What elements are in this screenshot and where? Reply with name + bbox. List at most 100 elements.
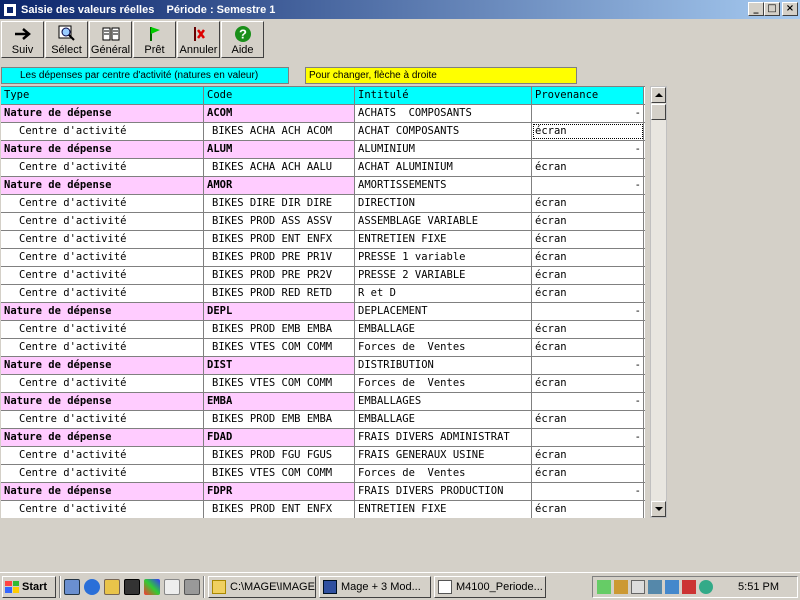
cell-provenance[interactable]: écran: [532, 447, 644, 464]
activity-row[interactable]: Centre d'activité BIKES PROD ASS ASSV ASSE…: [1, 213, 645, 231]
activity-row[interactable]: Centre d'activité BIKES VTES COM COMM Forc…: [1, 375, 645, 393]
close-button[interactable]: ×: [782, 2, 798, 16]
volume-icon[interactable]: [631, 580, 645, 594]
cell-provenance[interactable]: -: [532, 357, 644, 374]
header-intitule[interactable]: Intitulé: [355, 87, 532, 104]
activity-row[interactable]: Centre d'activité BIKES PROD ENT ENFX ENTR…: [1, 501, 645, 518]
nature-row[interactable]: Nature de dépense FDPR FRAIS DIVERS PRODUC…: [1, 483, 645, 501]
collapse-toggle[interactable]: -: [635, 393, 641, 410]
activity-row[interactable]: Centre d'activité BIKES PROD RED RETD R et…: [1, 285, 645, 303]
antivirus-icon[interactable]: [614, 580, 628, 594]
cell-provenance[interactable]: -: [532, 483, 644, 500]
collapse-toggle[interactable]: -: [635, 483, 641, 500]
nature-row[interactable]: Nature de dépense DEPL DEPLACEMENT -: [1, 303, 645, 321]
select-button[interactable]: Sélect: [45, 21, 88, 58]
maximize-button[interactable]: □: [764, 2, 780, 16]
nature-row[interactable]: Nature de dépense ALUM ALUMINIUM -: [1, 141, 645, 159]
cell-provenance[interactable]: écran: [532, 123, 644, 140]
network-icon[interactable]: [597, 580, 611, 594]
annuler-button[interactable]: Annuler: [177, 21, 220, 58]
cell-intitule: EMBALLAGE: [355, 321, 532, 338]
svg-text:?: ?: [239, 27, 247, 42]
cell-provenance[interactable]: écran: [532, 159, 644, 176]
nature-row[interactable]: Nature de dépense DIST DISTRIBUTION -: [1, 357, 645, 375]
paint-icon[interactable]: [144, 578, 160, 595]
nature-row[interactable]: Nature de dépense AMOR AMORTISSEMENTS -: [1, 177, 645, 195]
cell-provenance[interactable]: écran: [532, 375, 644, 392]
cell-code: BIKES VTES COM COMM: [204, 375, 355, 392]
collapse-toggle[interactable]: -: [635, 303, 641, 320]
browser-icon[interactable]: [84, 578, 100, 595]
cell-provenance[interactable]: écran: [532, 249, 644, 266]
cell-provenance[interactable]: écran: [532, 267, 644, 284]
activity-row[interactable]: Centre d'activité BIKES VTES COM COMM Forc…: [1, 465, 645, 483]
outlook-icon[interactable]: [104, 578, 120, 595]
nature-row[interactable]: Nature de dépense EMBA EMBALLAGES -: [1, 393, 645, 411]
cell-intitule: ENTRETIEN FIXE: [355, 231, 532, 248]
cell-intitule: DEPLACEMENT: [355, 303, 532, 320]
cell-provenance[interactable]: écran: [532, 213, 644, 230]
tools-tray-icon[interactable]: [682, 580, 696, 594]
header-code[interactable]: Code: [204, 87, 355, 104]
app-icon[interactable]: [3, 2, 17, 17]
cell-intitule: ASSEMBLAGE VARIABLE: [355, 213, 532, 230]
scroll-down-button[interactable]: [651, 501, 666, 517]
nature-row[interactable]: Nature de dépense ACOM ACHATS COMPOSANTS -: [1, 105, 645, 123]
task-mage[interactable]: Mage + 3 Mod...: [319, 575, 431, 598]
task-m4100[interactable]: M4100_Periode...: [434, 575, 546, 598]
help-icon: ?: [234, 25, 252, 43]
monitor-icon[interactable]: [648, 580, 662, 594]
vertical-scrollbar[interactable]: [650, 86, 667, 518]
collapse-toggle[interactable]: -: [635, 141, 641, 158]
cell-provenance[interactable]: écran: [532, 195, 644, 212]
general-button[interactable]: Général: [89, 21, 132, 58]
explorer-icon[interactable]: [164, 578, 180, 595]
cell-provenance[interactable]: -: [532, 429, 644, 446]
nature-row[interactable]: Nature de dépense FDAD FRAIS DIVERS ADMINI…: [1, 429, 645, 447]
pret-button[interactable]: Prêt: [133, 21, 176, 58]
activity-row[interactable]: Centre d'activité BIKES PROD ENT ENFX ENTR…: [1, 231, 645, 249]
terminal-icon[interactable]: [124, 578, 140, 595]
cell-provenance[interactable]: -: [532, 141, 644, 158]
app-icon: [323, 579, 337, 594]
cell-provenance[interactable]: -: [532, 177, 644, 194]
minimize-button[interactable]: _: [748, 2, 764, 16]
cell-provenance[interactable]: écran: [532, 231, 644, 248]
activity-row[interactable]: Centre d'activité BIKES PROD PRE PR1V PRES…: [1, 249, 645, 267]
cell-provenance[interactable]: écran: [532, 411, 644, 428]
scroll-up-button[interactable]: [651, 87, 666, 103]
cell-intitule: EMBALLAGE: [355, 411, 532, 428]
collapse-toggle[interactable]: -: [635, 429, 641, 446]
cell-provenance[interactable]: -: [532, 393, 644, 410]
scroll-thumb[interactable]: [651, 104, 666, 120]
cell-intitule: ACHAT ALUMINIUM: [355, 159, 532, 176]
header-type[interactable]: Type: [1, 87, 204, 104]
tools-icon[interactable]: [184, 578, 200, 595]
cell-provenance[interactable]: écran: [532, 285, 644, 302]
activity-row[interactable]: Centre d'activité BIKES PROD PRE PR2V PRES…: [1, 267, 645, 285]
task-folder-images[interactable]: C:\MAGE\IMAGES: [208, 575, 316, 598]
collapse-toggle[interactable]: -: [635, 105, 641, 122]
activity-row[interactable]: Centre d'activité BIKES VTES COM COMM Forc…: [1, 339, 645, 357]
cell-provenance[interactable]: écran: [532, 339, 644, 356]
aide-button[interactable]: ? Aide: [221, 21, 264, 58]
activity-row[interactable]: Centre d'activité BIKES PROD FGU FGUS FRAI…: [1, 447, 645, 465]
start-button[interactable]: Start: [2, 575, 56, 598]
activity-row[interactable]: Centre d'activité BIKES PROD EMB EMBA EMBA…: [1, 321, 645, 339]
cell-provenance[interactable]: écran: [532, 501, 644, 518]
activity-row[interactable]: Centre d'activité BIKES ACHA ACH AALU ACHA…: [1, 159, 645, 177]
cell-provenance[interactable]: -: [532, 303, 644, 320]
activity-row[interactable]: Centre d'activité BIKES PROD EMB EMBA EMBA…: [1, 411, 645, 429]
suiv-button[interactable]: Suiv: [1, 21, 44, 58]
activity-row[interactable]: Centre d'activité BIKES ACHA ACH ACOM ACHA…: [1, 123, 645, 141]
collapse-toggle[interactable]: -: [635, 357, 641, 374]
activity-row[interactable]: Centre d'activité BIKES DIRE DIR DIRE DIRE…: [1, 195, 645, 213]
header-provenance[interactable]: Provenance: [532, 87, 644, 104]
globe-icon[interactable]: [699, 580, 713, 594]
cell-provenance[interactable]: -: [532, 105, 644, 122]
connection-error-icon[interactable]: [665, 580, 679, 594]
desktop-icon[interactable]: [64, 578, 80, 595]
cell-provenance[interactable]: écran: [532, 465, 644, 482]
cell-provenance[interactable]: écran: [532, 321, 644, 338]
collapse-toggle[interactable]: -: [635, 177, 641, 194]
